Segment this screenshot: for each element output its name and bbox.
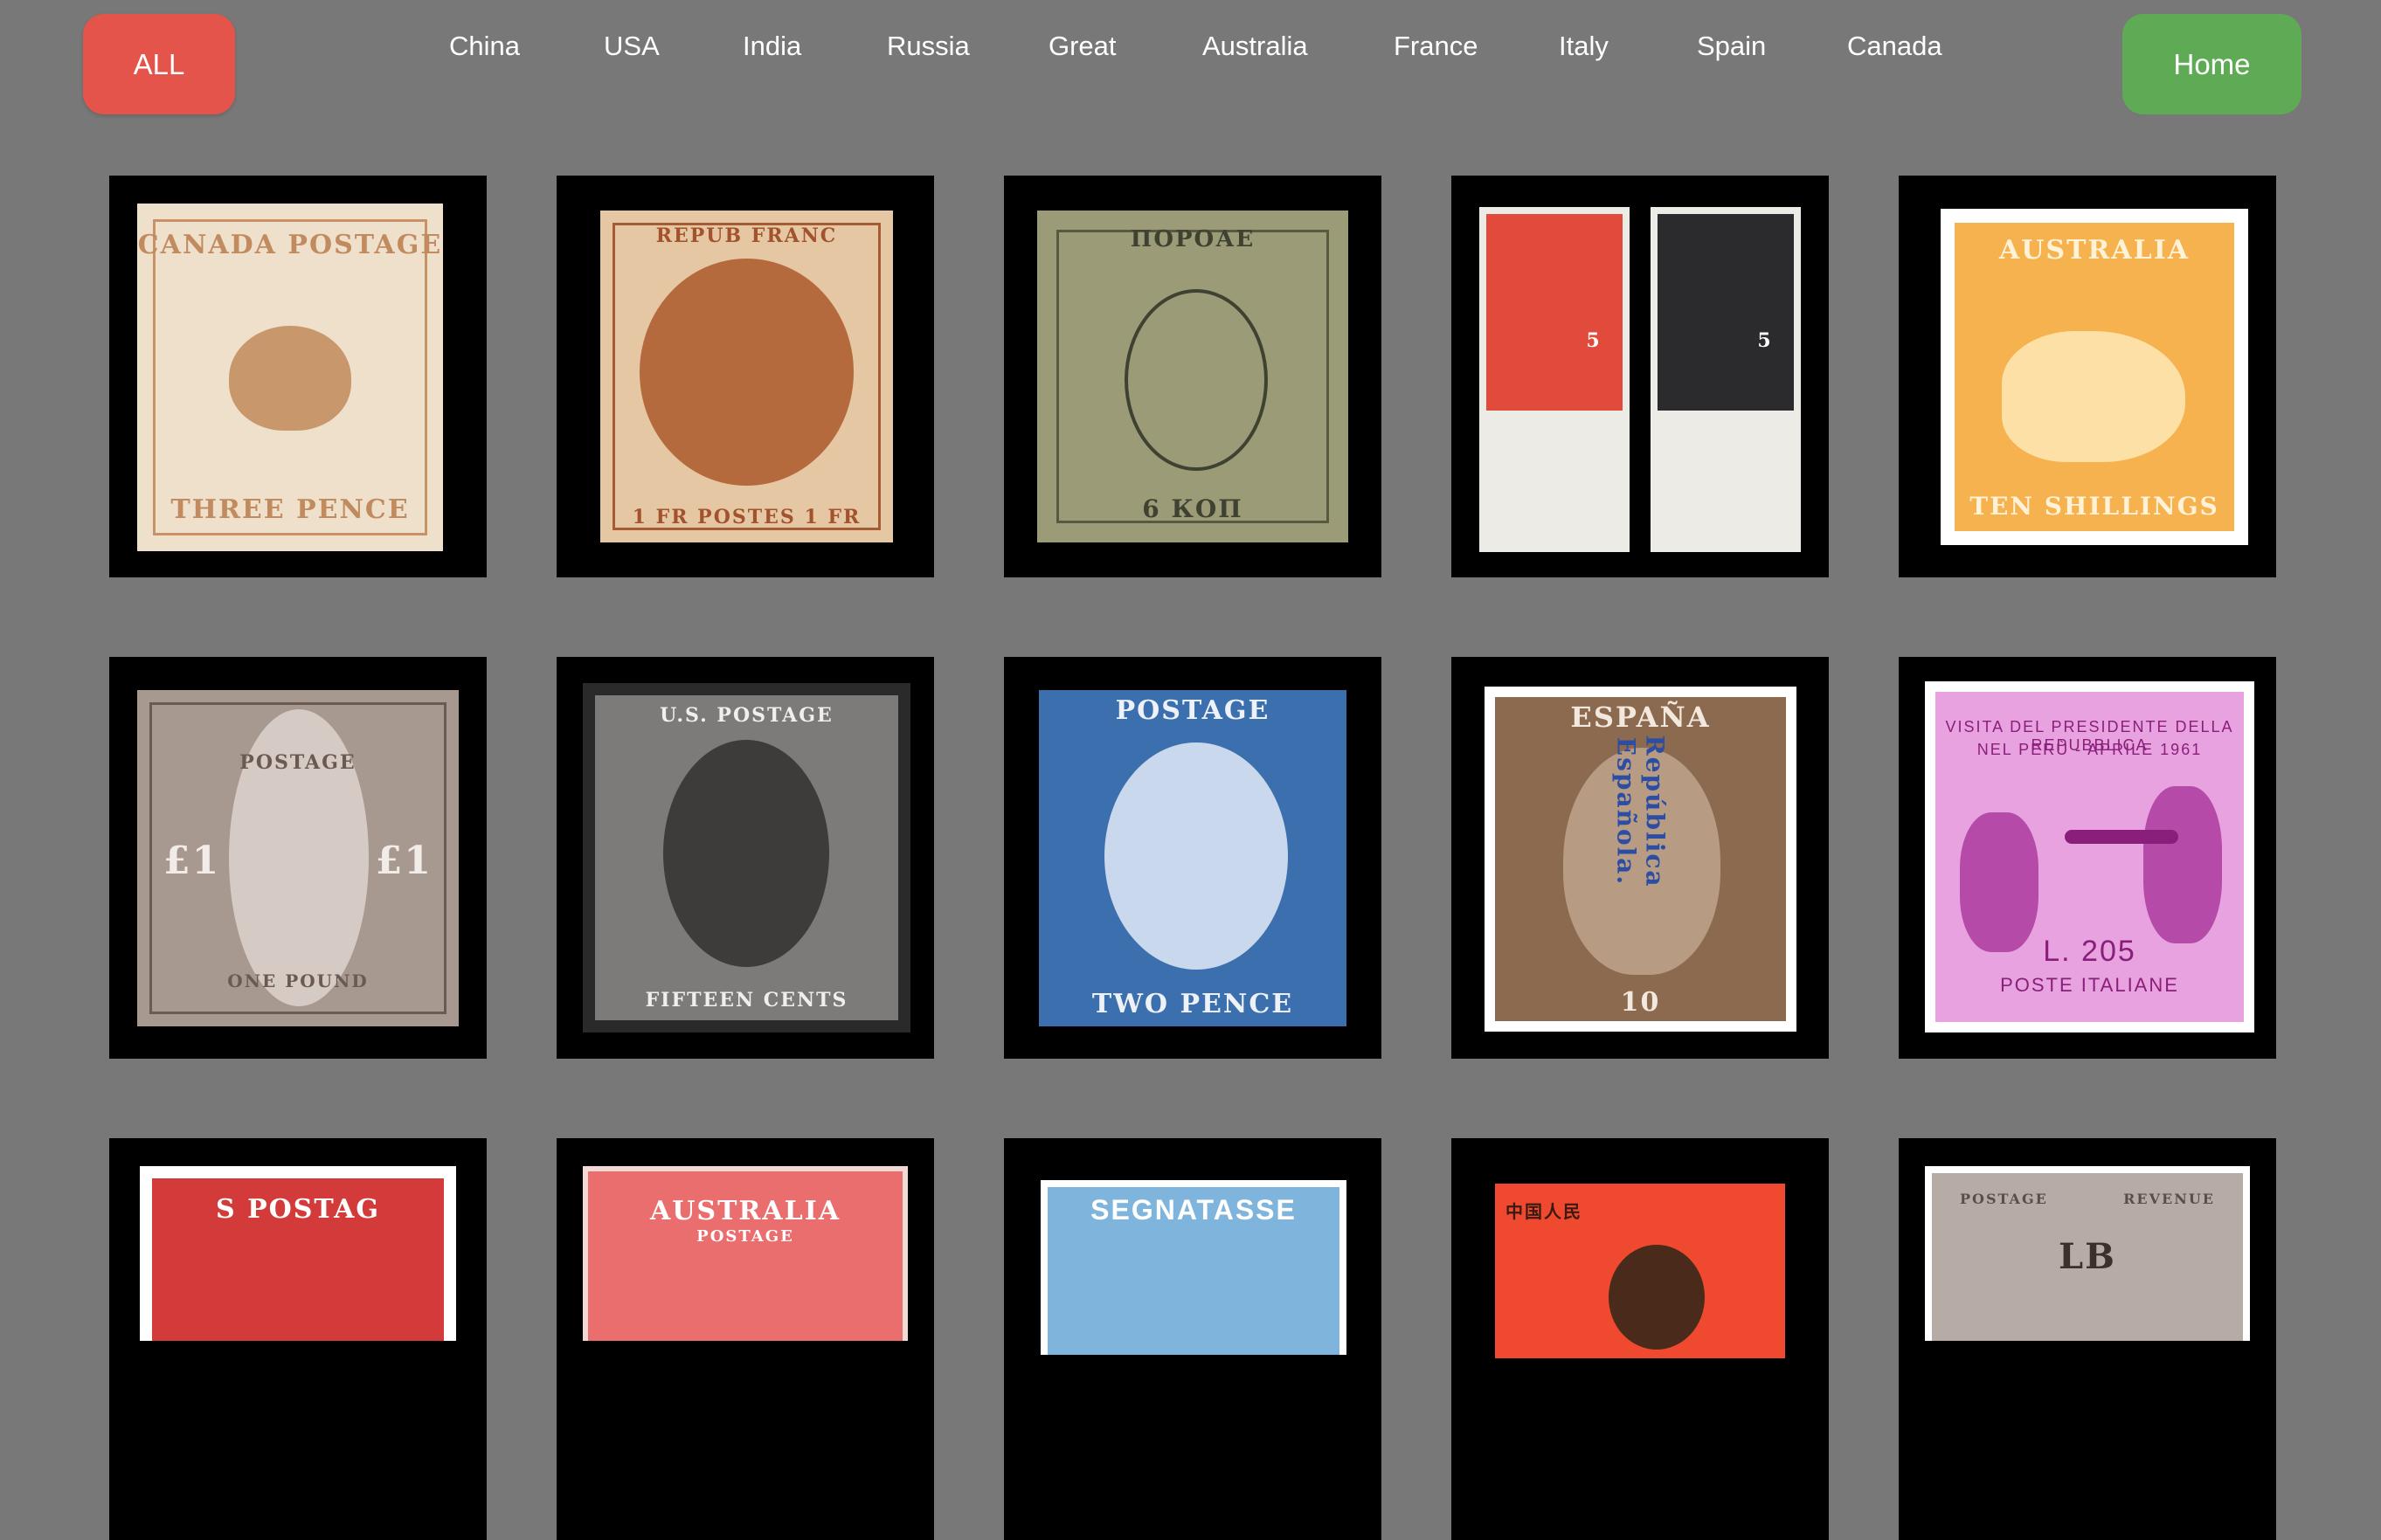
stamp-card[interactable]: S POSTAG [109,1138,487,1540]
filter-link-spain[interactable]: Spain [1697,28,1766,65]
africa-map [2143,786,2222,943]
stamp-card[interactable]: 中国人民 [1451,1138,1829,1540]
stamp-text: POSTAGE [1115,695,1270,726]
stamp-text: AUSTRALIA [649,1196,841,1226]
stamp-text: SEGNATASSE [1090,1194,1297,1226]
filter-link-india[interactable]: India [743,28,801,65]
stamp-image: S POSTAG [140,1166,456,1341]
stamp-text: ONE POUND [227,970,369,991]
stamp-text: 5 [1757,329,1773,352]
stamp-text: República Española. [1611,735,1670,888]
stamp-text: FIFTEEN CENTS [645,989,848,1012]
stamp-image: VISITA DEL PRESIDENTE DELLA REPUBBLICA N… [1925,681,2254,1032]
filter-link-usa[interactable]: USA [604,28,660,65]
stamp-text: ПОРОАЕ [1130,226,1256,252]
stamp-image: 5 [1479,207,1630,552]
stamp-text: POSTE ITALIANE [2000,974,2179,996]
stamp-image: POSTAGE TWO PENCE [1039,690,1346,1026]
filter-link-italy[interactable]: Italy [1559,28,1609,65]
home-button[interactable]: Home [2122,14,2301,114]
stamp-card[interactable]: POSTAGE £1 £1 ONE POUND [109,657,487,1059]
stamp-text: £1 [375,839,433,883]
stamp-card[interactable]: POSTAGE TWO PENCE [1004,657,1381,1059]
filter-link-france[interactable]: France [1394,28,1478,65]
stamp-text: 6 КОП [1142,494,1243,523]
stamp-text: U.S. POSTAGE [660,704,834,727]
stamp-card[interactable]: AUSTRALIA POSTAGE [557,1138,934,1540]
stamp-image: CANADA POSTAGE THREE PENCE [137,204,443,551]
stamp-text: S POSTAG [215,1194,381,1225]
filter-link-russia[interactable]: Russia [887,28,970,65]
stamp-text: THREE PENCE [170,494,410,525]
stamp-image: U.S. POSTAGE FIFTEEN CENTS [583,683,910,1032]
south-america-map [1960,812,2038,952]
stamp-image: ПОРОАЕ 6 КОП [1037,211,1348,542]
filter-link-china[interactable]: China [449,28,520,65]
stamp-image: ESPAÑA República Española. 10 [1485,687,1796,1032]
filter-link-australia[interactable]: Australia [1202,28,1308,65]
stamp-image: REPUB FRANC 1 FR POSTES 1 FR [600,211,893,542]
stamp-card[interactable]: 5 5 [1451,176,1829,577]
stamp-card[interactable]: ESPAÑA República Española. 10 [1451,657,1829,1059]
stamp-text: LB [2059,1236,2116,1277]
stamp-text: 1 FR POSTES 1 FR [632,506,862,528]
stamp-text: REVENUE [2123,1191,2215,1207]
airplane-illustration [2065,830,2178,844]
airplane-stamp-red [1486,214,1623,411]
stamp-card[interactable]: CANADA POSTAGE THREE PENCE [109,176,487,577]
monkey-illustration [1609,1245,1705,1350]
stamp-text: NEL PERÙ - APRILE 1961 [1976,741,2203,758]
stamp-text: POSTAGE [696,1227,794,1246]
stamp-image: 中国人民 [1495,1184,1785,1358]
coat-of-arms [1125,289,1268,471]
top-navigation: ALL China USA India Russia Great Austral… [0,0,2381,131]
lincoln-portrait [663,740,829,967]
stamp-image: AUSTRALIA POSTAGE [583,1166,908,1341]
stamp-image: 5 [1651,207,1801,552]
stamp-card[interactable]: VISITA DEL PRESIDENTE DELLA REPUBBLICA N… [1899,657,2276,1059]
stamp-text: AUSTRALIA [1998,235,2191,266]
filter-link-great[interactable]: Great [1049,28,1117,65]
queen-portrait [1104,742,1288,970]
beaver-illustration [229,326,351,431]
stamp-text: TWO PENCE [1091,989,1294,1019]
filter-link-canada[interactable]: Canada [1847,28,1942,65]
stamp-card[interactable]: AUSTRALIA TEN SHILLINGS [1899,176,2276,577]
australia-map [2002,331,2185,462]
stamp-image: POSTAGE £1 £1 ONE POUND [137,690,459,1026]
stamp-card[interactable]: ПОРОАЕ 6 КОП [1004,176,1381,577]
stamp-card[interactable]: REPUB FRANC 1 FR POSTES 1 FR [557,176,934,577]
stamp-image: SEGNATASSE [1041,1180,1346,1355]
stamp-text: 中国人民 [1505,1201,1582,1222]
stamp-text: L. 205 [2043,935,2136,968]
stamp-card[interactable]: U.S. POSTAGE FIFTEEN CENTS [557,657,934,1059]
all-filter-button[interactable]: ALL [83,14,235,114]
stamp-text: TEN SHILLINGS [1969,492,2219,521]
stamp-text: POSTAGE [239,751,356,774]
stamp-image: AUSTRALIA TEN SHILLINGS [1941,209,2248,545]
stamp-text: CANADA POSTAGE [137,230,443,260]
stamp-image: POSTAGE REVENUE LB [1925,1166,2250,1341]
stamp-card[interactable]: POSTAGE REVENUE LB [1899,1138,2276,1540]
ceres-portrait [640,259,854,486]
stamp-text: REPUB FRANC [655,224,838,247]
stamp-text: 10 [1620,987,1661,1018]
airplane-stamp-black [1658,214,1794,411]
stamp-card[interactable]: SEGNATASSE [1004,1138,1381,1540]
stamp-text: 5 [1586,329,1602,352]
